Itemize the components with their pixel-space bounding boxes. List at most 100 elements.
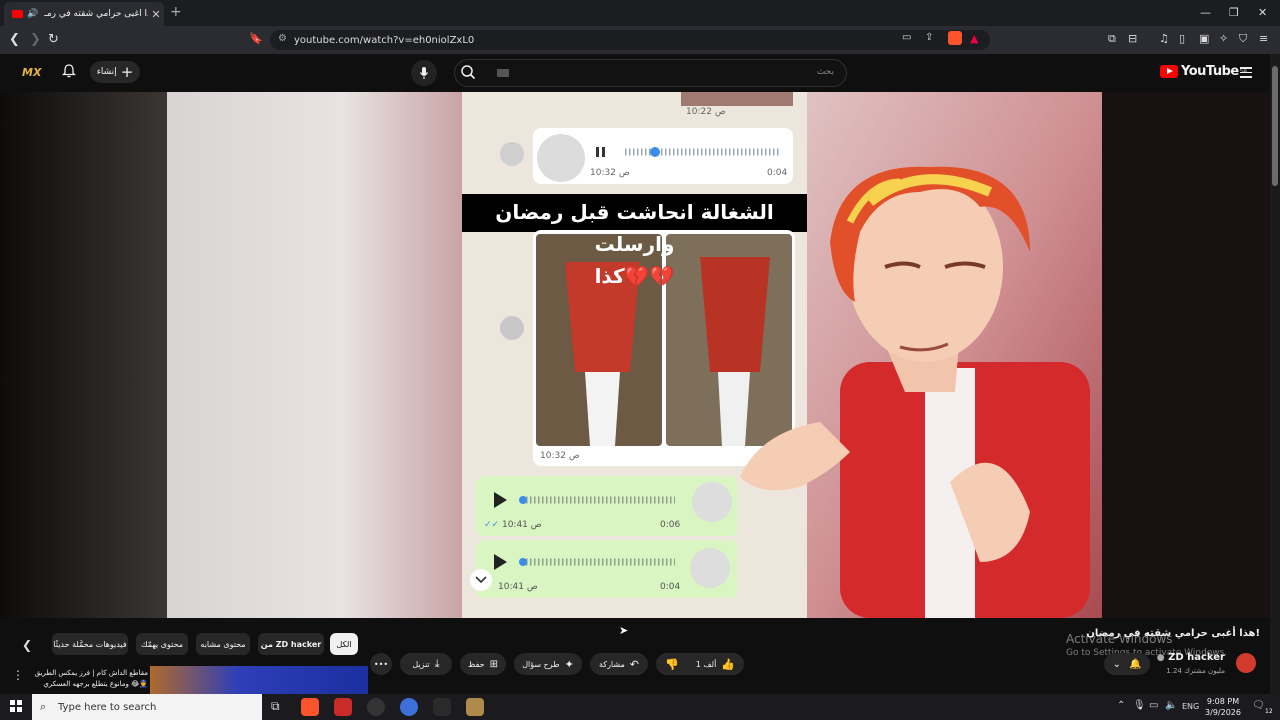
- like-dislike-group: 👎 1 ألف 👍: [656, 653, 744, 675]
- clock[interactable]: 9:08 PM 3/9/2026: [1200, 696, 1246, 718]
- app-taskbar-icon-2[interactable]: [334, 698, 352, 716]
- clock-time: 9:08 PM: [1206, 697, 1240, 706]
- app-taskbar-icon-3[interactable]: [367, 698, 385, 716]
- taskbar-search-input[interactable]: ⌕ Type here to search: [32, 694, 262, 720]
- share-label: مشاركة: [598, 659, 625, 669]
- app-taskbar-icon-6[interactable]: [466, 698, 484, 716]
- task-view-icon[interactable]: ⧉: [271, 699, 280, 714]
- sparkle-icon: ✦: [564, 657, 574, 671]
- guide-menu-icon[interactable]: [1240, 67, 1252, 81]
- chip-from-channel[interactable]: من ZD hacker: [258, 633, 324, 655]
- channel-avatar[interactable]: [1236, 653, 1256, 673]
- voice1-time: ص 10:32: [590, 168, 630, 178]
- share-page-icon[interactable]: ⇪: [925, 32, 933, 43]
- url-bar[interactable]: ⚙ youtube.com/watch?v=eh0niolZxL0: [270, 30, 990, 50]
- more-icon: •••: [373, 659, 389, 669]
- clock-date: 3/9/2026: [1205, 708, 1241, 717]
- taskbar-search-placeholder: Type here to search: [58, 701, 157, 713]
- subscriber-count: 1.24 مليون مشترك: [1166, 667, 1225, 675]
- save-icon: ⊞: [489, 658, 498, 670]
- windows-start-icon[interactable]: [10, 700, 22, 712]
- search-icon[interactable]: [460, 64, 476, 80]
- tray-mic-icon[interactable]: 🎙: [1133, 700, 1146, 711]
- video-caption: الشغالة انحاشت قبل رمضان وارسلت كذا💔💔: [462, 196, 807, 292]
- tray-chevron-icon[interactable]: ⌃: [1117, 700, 1125, 711]
- chip-for-you[interactable]: محتوى يهمّك: [136, 633, 188, 655]
- restore-icon[interactable]: ❐: [1229, 6, 1239, 19]
- verified-icon: ●: [1156, 653, 1165, 663]
- close-window-icon[interactable]: ✕: [1258, 6, 1267, 19]
- leo-ai-icon[interactable]: ✧: [1219, 32, 1228, 45]
- brave-taskbar-icon[interactable]: [301, 698, 319, 716]
- wallet-icon[interactable]: ▣: [1199, 32, 1209, 45]
- cast-icon[interactable]: ▭: [902, 32, 911, 43]
- chip-related[interactable]: محتوى مشابه: [196, 633, 250, 655]
- back-icon[interactable]: ❮: [9, 32, 20, 47]
- plus-icon: +: [120, 63, 134, 81]
- like-count: 1 ألف: [695, 659, 717, 669]
- app-taskbar-icon-4[interactable]: [400, 698, 418, 716]
- volume-icon[interactable]: 🔈: [1165, 700, 1177, 711]
- save-button[interactable]: حفظ ⊞: [460, 653, 506, 675]
- caption-line-1: الشغالة انحاشت قبل رمضان وارسلت: [495, 200, 774, 256]
- app-taskbar-icon-5[interactable]: [433, 698, 451, 716]
- browser-toolbar: ❮ ❯ ↻ 🔖 ⚙ youtube.com/watch?v=eh0niolZxL…: [0, 26, 1280, 54]
- tab-search-icon[interactable]: ⊟: [1128, 32, 1137, 45]
- share-icon: ↶: [629, 657, 640, 671]
- subscribe-bell-button[interactable]: ⌄ 🔔: [1104, 653, 1150, 675]
- input-language[interactable]: ENG: [1182, 702, 1199, 711]
- voice2-time: ✓✓ ص 10:41: [484, 520, 542, 530]
- media-icon[interactable]: ♫: [1159, 32, 1169, 45]
- brave-shield-icon[interactable]: [948, 31, 962, 45]
- reload-icon[interactable]: ↻: [48, 32, 59, 47]
- youtube-logo[interactable]: YouTube SA: [1160, 64, 1247, 79]
- channel-name[interactable]: ● ZD hacker: [1150, 652, 1225, 663]
- download-icon: ⤓: [434, 657, 440, 670]
- rewards-icon[interactable]: ▲: [970, 32, 978, 45]
- download-label: تنزيل: [412, 659, 430, 669]
- chips-prev-icon[interactable]: ❮: [22, 638, 32, 652]
- create-button[interactable]: إنشاء +: [90, 61, 140, 83]
- dislike-icon[interactable]: 👎: [665, 658, 679, 671]
- page-scrollbar[interactable]: [1270, 54, 1280, 694]
- scrollbar-thumb[interactable]: [1272, 66, 1278, 186]
- voice-search-button[interactable]: [411, 60, 437, 86]
- new-tab-icon[interactable]: +: [170, 4, 182, 20]
- text-cursor: [497, 69, 509, 77]
- video-player[interactable]: الشغالة انحاشت قبل رمضان وارسلت كذا💔💔 10…: [0, 92, 1270, 618]
- search-input[interactable]: بحث: [454, 59, 847, 87]
- like-icon[interactable]: 👍: [721, 658, 735, 671]
- sidebar-icon[interactable]: ▯: [1179, 32, 1185, 45]
- more-actions-button[interactable]: •••: [370, 653, 392, 675]
- browser-tab[interactable]: 🔊 هذا أغبى حرامي شقته في رمـ ✕: [4, 2, 164, 26]
- chip-all[interactable]: الكل: [330, 633, 358, 655]
- rec-more-icon[interactable]: ⋮: [12, 668, 24, 682]
- forward-icon[interactable]: ❯: [30, 32, 41, 47]
- youtube-play-icon: [1160, 65, 1178, 78]
- caption-line-2: كذا💔💔: [594, 264, 675, 288]
- ask-button[interactable]: طرح سؤال ✦: [514, 653, 582, 675]
- menu-icon[interactable]: ≡: [1259, 32, 1268, 45]
- close-tab-icon[interactable]: ✕: [148, 8, 164, 21]
- network-icon[interactable]: ▭: [1149, 700, 1158, 711]
- voice3-time: ص 10:41: [498, 582, 538, 592]
- share-button[interactable]: مشاركة ↶: [590, 653, 648, 675]
- recommended-thumbnail[interactable]: [150, 666, 368, 694]
- bookmark-icon[interactable]: 🔖: [249, 32, 263, 45]
- download-button[interactable]: تنزيل ⤓: [400, 653, 452, 675]
- notifications-icon[interactable]: [62, 64, 76, 78]
- speaker-icon: 🔊: [27, 9, 39, 19]
- chip-recently-uploaded[interactable]: فيديوهات محمَّلة حديثًا: [52, 633, 128, 655]
- extensions-icon[interactable]: ⧉: [1108, 32, 1116, 46]
- search-placeholder: بحث: [816, 67, 834, 77]
- notifications-center-icon[interactable]: 🗨: [1252, 700, 1265, 711]
- video-frame: [0, 92, 1270, 618]
- profile-avatar[interactable]: MX: [22, 66, 41, 79]
- vpn-icon[interactable]: ⛉: [1239, 32, 1247, 46]
- site-info-icon[interactable]: ⚙: [278, 33, 287, 44]
- channel-name-text: ZD hacker: [1168, 652, 1225, 663]
- msg-time-top: 10:22 ص: [686, 107, 726, 117]
- notification-count: 12: [1265, 708, 1273, 715]
- minimize-icon[interactable]: —: [1200, 6, 1211, 19]
- recommended-title[interactable]: مقاطع الداش كام | فرز يمكس الطريق ومانوع…: [26, 668, 148, 690]
